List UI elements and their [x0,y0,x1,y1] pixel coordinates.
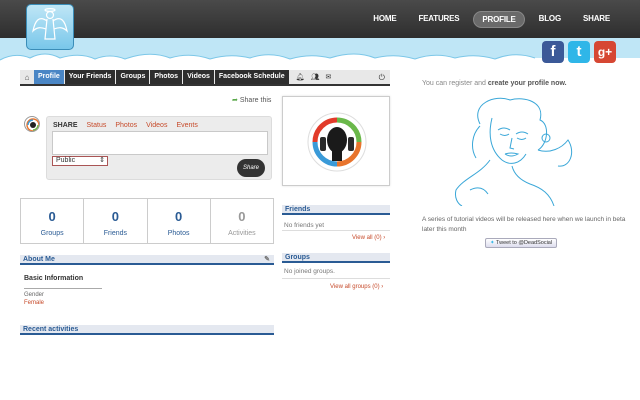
share-label: SHARE [53,122,78,129]
woman-sketch-illustration [455,97,573,206]
twitter-bird-icon: ✦ [490,240,495,246]
share-button[interactable]: Share [237,159,265,177]
twitter-icon[interactable]: t [568,41,590,63]
profile-picture[interactable] [282,96,390,186]
friends-view-all-link[interactable]: View all (0) › [352,235,385,241]
privacy-select[interactable]: Public ⇕ [52,156,108,166]
tab-your-friends[interactable]: Your Friends [64,70,116,84]
friends-header: Friends [282,205,390,215]
share-tab-events[interactable]: Events [176,122,197,129]
tab-videos[interactable]: Videos [183,70,214,84]
select-arrows-icon: ⇕ [99,157,105,164]
groups-header: Groups [282,253,390,263]
create-profile-link[interactable]: create your profile now. [488,80,567,87]
status-textarea[interactable] [52,131,268,155]
home-icon[interactable]: ⌂ [20,73,34,82]
share-type-tabs: SHARE Status Photos Videos Events [53,122,198,129]
tab-groups[interactable]: Groups [116,70,150,84]
tab-profile[interactable]: Profile [34,70,64,84]
friends-empty-text: No friends yet [284,222,325,229]
logo[interactable] [26,4,74,50]
notification-bell-icon[interactable]: 🔔︎ [296,73,305,81]
nav-features[interactable]: FEATURES [410,11,467,28]
recent-activities-header: Recent activities [20,325,274,335]
groups-empty-text: No joined groups. [284,268,335,275]
share-tab-status[interactable]: Status [87,122,107,129]
avatar-headphones-icon [26,118,39,131]
groups-view-all-link[interactable]: View all groups (0) › [330,284,383,290]
gender-value: Female [24,300,45,306]
friend-requests-icon[interactable]: 👥︎ [311,73,320,81]
gender-label: Gender [24,292,45,298]
stats-panel: 0 Groups 0 Friends 0 Photos 0 Activities [20,198,274,244]
divider [282,278,390,279]
googleplus-icon[interactable]: g+ [594,41,616,63]
nav-home[interactable]: HOME [365,11,404,28]
tweet-button[interactable]: ✦ Tweet to @DeadSocial [485,238,558,248]
main-nav: HOME FEATURES PROFILE BLOG SHARE [365,11,618,28]
stat-photos[interactable]: 0 Photos [148,199,211,243]
nav-share[interactable]: SHARE [575,11,618,28]
nav-profile[interactable]: PROFILE [473,11,525,28]
facebook-icon[interactable]: f [542,41,564,63]
divider [282,230,390,231]
top-bar: HOME FEATURES PROFILE BLOG SHARE [0,0,640,38]
share-this-link[interactable]: ➦ Share this [232,96,271,104]
messages-icon[interactable]: ✉︎ [325,73,331,81]
share-box: SHARE Status Photos Videos Events Public… [46,116,272,180]
stat-activities[interactable]: 0 Activities [211,199,273,243]
logout-power-icon[interactable]: ⏻ [379,73,385,83]
register-prompt: You can register and create your profile… [422,80,567,87]
share-tab-photos[interactable]: Photos [115,122,137,129]
stat-groups[interactable]: 0 Groups [21,199,85,243]
tab-photos[interactable]: Photos [150,70,183,84]
basic-info-heading: Basic Information [24,275,102,289]
share-tab-videos[interactable]: Videos [146,122,167,129]
user-avatar-small [24,116,40,132]
share-arrow-icon: ➦ [232,97,238,104]
tutorial-notice: A series of tutorial videos will be rele… [422,216,626,233]
tab-facebook-schedule[interactable]: Facebook Schedule [214,70,289,84]
edit-pencil-icon[interactable]: ✎ [264,255,270,264]
headphones-avatar-icon [307,112,367,172]
profile-tab-bar: ⌂ Profile Your Friends Groups Photos Vid… [20,70,390,86]
stat-friends[interactable]: 0 Friends [84,199,148,243]
angel-logo-icon [32,7,68,40]
nav-blog[interactable]: BLOG [531,11,569,28]
about-me-header: About Me ✎ [20,255,274,265]
